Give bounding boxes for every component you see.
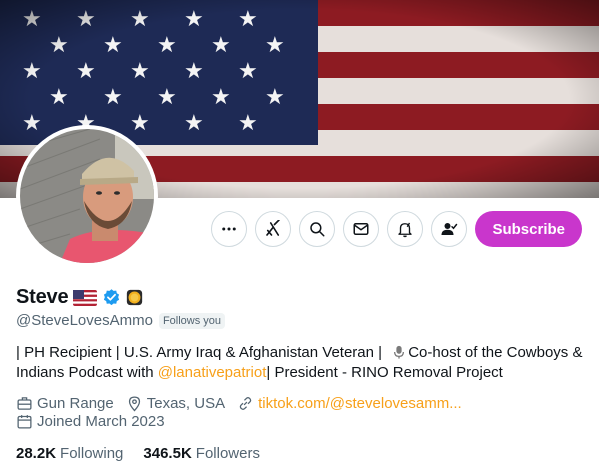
avatar-photo [20, 129, 154, 263]
profile-avatar-frame[interactable] [16, 125, 158, 267]
calendar-icon [17, 415, 32, 429]
briefcase-icon [17, 397, 32, 410]
notification-bell-icon [398, 222, 413, 238]
meta-location: Texas, USA [126, 395, 225, 412]
display-name: Steve [16, 286, 69, 308]
bio-text-part3: | President - RINO Removal Project [266, 364, 503, 381]
followers-label: Followers [195, 445, 260, 462]
profile-name-row: Steve [16, 286, 143, 309]
us-flag-icon [73, 289, 98, 306]
follow-user-icon [441, 223, 458, 235]
meta-joined: Joined March 2023 [16, 413, 165, 430]
search-profile-button[interactable] [299, 211, 336, 247]
grok-icon [266, 220, 281, 236]
bio-text-part1: | PH Recipient | U.S. Army Iraq & Afghan… [16, 344, 383, 361]
follow-stats: 28.2K Following 346.5K Followers [16, 445, 260, 462]
notifications-button[interactable] [387, 211, 424, 247]
profile-meta-row: Gun Range Texas, USA tiktok.com/@stevelo… [16, 395, 462, 412]
following-count: 28.2K [16, 445, 57, 462]
following-stat-link[interactable]: 28.2K Following [16, 445, 123, 462]
bio-mention-link[interactable]: @lanativepatriot [158, 364, 267, 381]
link-icon [239, 397, 252, 410]
meta-location-label: Texas, USA [146, 395, 226, 412]
followers-count: 346.5K [143, 445, 192, 462]
avatar[interactable] [20, 129, 154, 263]
verified-badge-icon[interactable] [102, 288, 121, 307]
handle-row: @SteveLovesAmmo Follows you [16, 312, 226, 329]
grok-button[interactable] [255, 211, 292, 247]
location-pin-icon [128, 396, 140, 412]
followers-stat-link[interactable]: 346.5K Followers [143, 445, 260, 462]
meta-joined-label: Joined March 2023 [37, 413, 165, 430]
affiliate-badge-icon[interactable] [126, 289, 143, 306]
microphone-icon [394, 345, 405, 359]
profile-actions: Subscribe [211, 211, 582, 247]
follows-you-badge: Follows you [158, 312, 226, 329]
message-button[interactable] [343, 211, 380, 247]
user-handle: @SteveLovesAmmo [16, 312, 153, 329]
meta-website[interactable]: tiktok.com/@stevelovesamm... [237, 395, 462, 412]
website-link[interactable]: tiktok.com/@stevelovesamm... [258, 395, 462, 412]
more-options-button[interactable] [211, 211, 248, 247]
profile-bio: | PH Recipient | U.S. Army Iraq & Afghan… [16, 343, 588, 383]
profile-joined-row: Joined March 2023 [16, 413, 165, 430]
search-icon [310, 222, 325, 237]
message-icon [353, 223, 369, 235]
meta-category: Gun Range [16, 395, 114, 412]
more-icon [222, 227, 237, 231]
subscribe-button[interactable]: Subscribe [475, 211, 582, 247]
following-button[interactable] [431, 211, 468, 247]
meta-category-label: Gun Range [37, 395, 114, 412]
following-label: Following [60, 445, 124, 462]
